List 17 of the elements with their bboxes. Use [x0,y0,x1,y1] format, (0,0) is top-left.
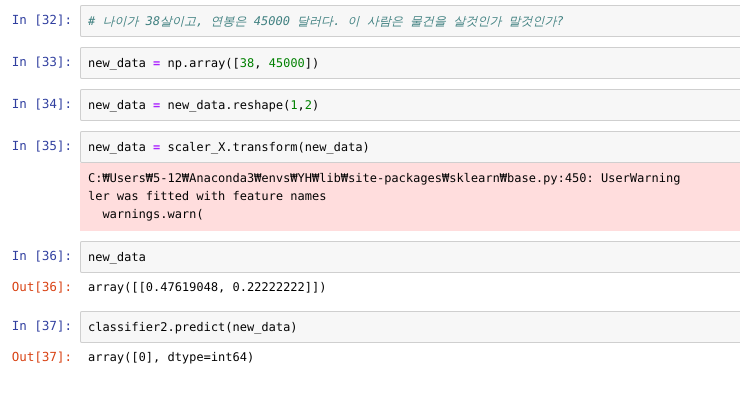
output-prompt: Out[36]: [10,278,73,296]
input-prompt: In [32]: [10,11,73,29]
input-prompt: In [34]: [10,95,73,113]
code-cell[interactable]: # 나이가 38살이고, 연봉은 45000 달러다. 이 사람은 물건을 살것인가 말것인가? [80,5,740,37]
input-prompt: In [33]: [10,53,73,71]
input-prompt: In [36]: [10,247,73,265]
code-cell[interactable]: classifier2.predict(new_data) [80,311,740,343]
code-cell[interactable]: new_data = new_data.reshape(1,2) [80,89,740,121]
input-prompt: In [35]: [10,137,73,155]
code-cell[interactable]: new_data [80,241,740,273]
output-text: array([[0.47619048, 0.22222222]]) [88,279,326,296]
code-cell[interactable]: new_data = np.array([38, 45000]) [80,47,740,79]
output-prompt: Out[37]: [10,348,73,366]
warning-output: C:₩Users₩5-12₩Anaconda3₩envs₩YH₩lib₩site-packages₩sklearn₩base.py:450: UserWarning ler was fitted with feature names warnings.warn( [80,163,740,231]
code-cell[interactable]: new_data = scaler_X.transform(new_data) [80,131,740,163]
input-prompt: In [37]: [10,317,73,335]
output-text: array([0], dtype=int64) [88,349,254,366]
